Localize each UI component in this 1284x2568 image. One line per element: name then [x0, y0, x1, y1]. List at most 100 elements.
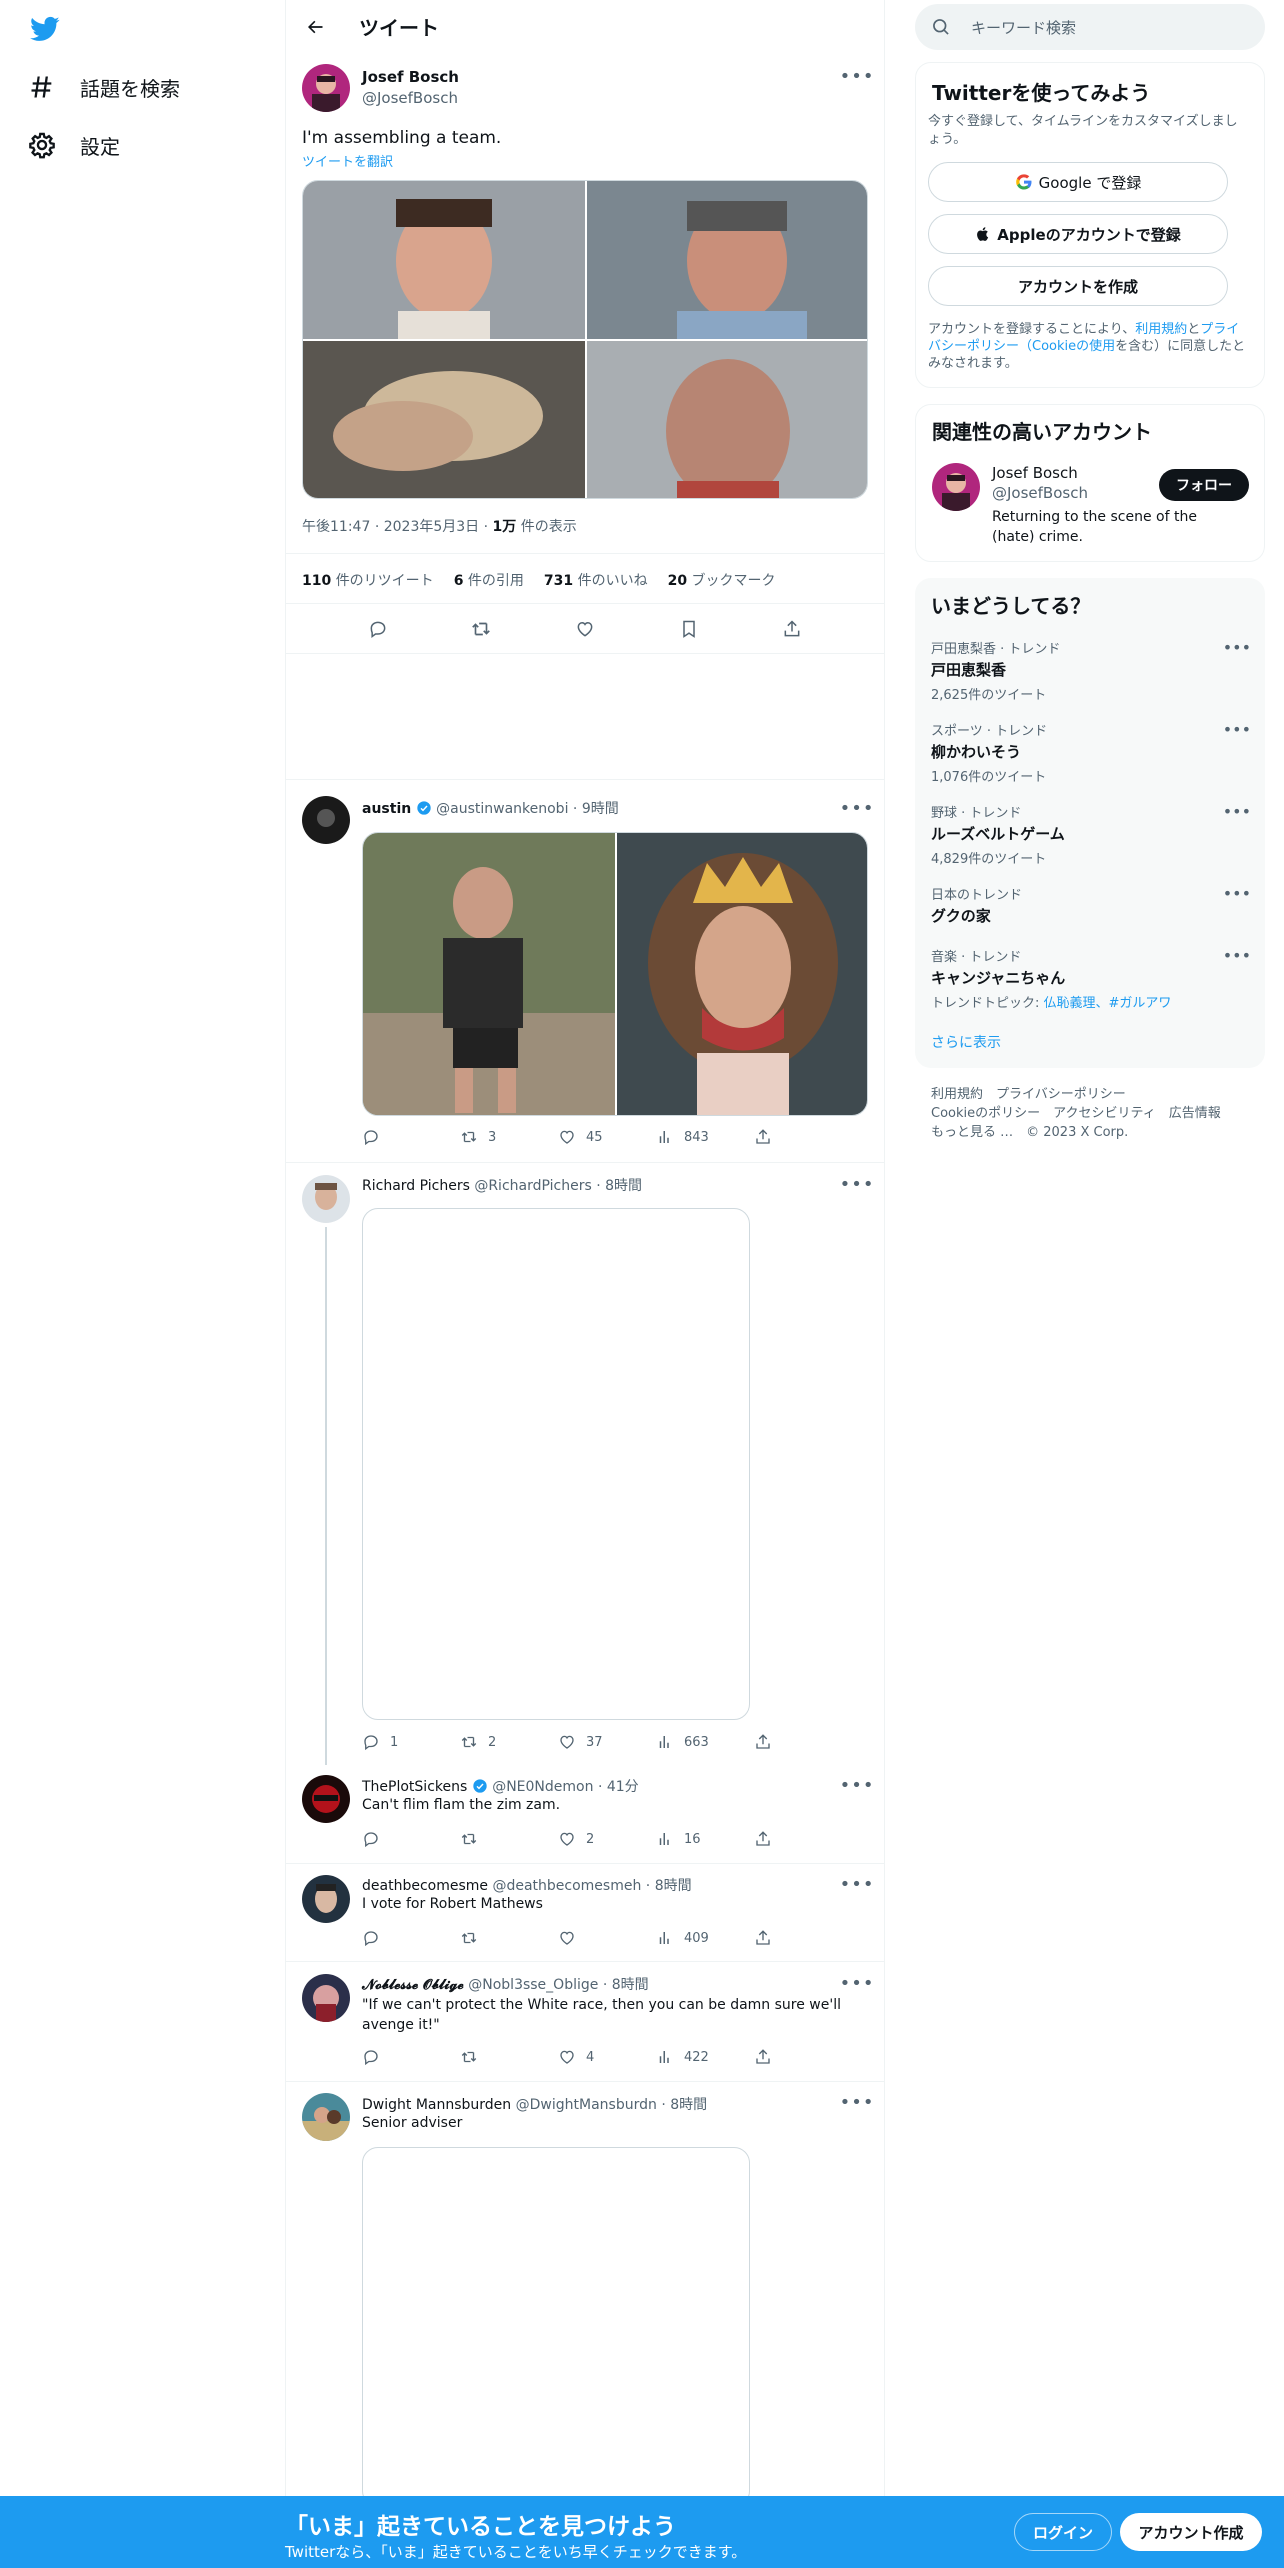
- photo-1[interactable]: [303, 181, 585, 339]
- search-input[interactable]: キーワード検索: [915, 4, 1265, 50]
- media-placeholder[interactable]: [362, 2147, 750, 2507]
- related-handle[interactable]: @JosefBosch: [992, 484, 1088, 502]
- avatar[interactable]: [302, 796, 350, 844]
- trend-item[interactable]: 戸田恵梨香 · トレンド 戸田恵梨香 2,625件のツイート •••: [931, 638, 1251, 703]
- photo-1[interactable]: [363, 833, 615, 1115]
- more-icon[interactable]: •••: [840, 796, 874, 820]
- terms-link[interactable]: 利用規約: [1135, 322, 1187, 337]
- reply-author-handle[interactable]: @deathbecomesmeh: [492, 1878, 641, 1894]
- related-name[interactable]: Josef Bosch: [992, 464, 1078, 482]
- avatar[interactable]: [302, 1775, 350, 1823]
- reply-author-handle[interactable]: @RichardPichers: [474, 1178, 591, 1194]
- views-button[interactable]: 16: [656, 1830, 754, 1848]
- avatar[interactable]: [302, 2093, 350, 2141]
- more-icon[interactable]: •••: [1223, 884, 1251, 903]
- reply-author-name[interactable]: ThePlotSickens: [362, 1779, 467, 1795]
- more-icon[interactable]: •••: [840, 2090, 874, 2114]
- more-icon[interactable]: •••: [840, 64, 874, 88]
- more-icon[interactable]: •••: [1223, 638, 1251, 657]
- likes-stat[interactable]: 731 件のいいね: [544, 570, 648, 590]
- reply-author-name[interactable]: Richard Pichers: [362, 1178, 470, 1194]
- reply-icon[interactable]: [361, 612, 395, 646]
- reply-author-handle[interactable]: @DwightMansburdn: [516, 2097, 657, 2113]
- retweet-button[interactable]: [460, 2048, 558, 2066]
- like-icon[interactable]: [568, 612, 602, 646]
- more-icon[interactable]: •••: [840, 1773, 874, 1797]
- reply-time[interactable]: 8時間: [605, 1178, 642, 1194]
- like-button[interactable]: 45: [558, 1128, 656, 1146]
- more-icon[interactable]: •••: [1223, 946, 1251, 965]
- reply-button[interactable]: [362, 1128, 460, 1146]
- twitter-logo-icon[interactable]: [28, 14, 62, 44]
- reply-author-handle[interactable]: @NE0Ndemon: [492, 1779, 593, 1795]
- more-icon[interactable]: •••: [1223, 720, 1251, 739]
- apple-signup-button[interactable]: Appleのアカウントで登録: [928, 214, 1228, 254]
- trend-topic-link[interactable]: 仏恥義理、#ガルアワ: [1044, 996, 1172, 1011]
- author-handle[interactable]: @JosefBosch: [362, 89, 458, 107]
- photo-2[interactable]: [587, 181, 867, 339]
- signup-button[interactable]: アカウント作成: [1120, 2513, 1262, 2551]
- retweet-button[interactable]: [460, 1929, 558, 1947]
- nav-settings[interactable]: 設定: [28, 125, 120, 165]
- reply-time[interactable]: 8時間: [655, 1878, 692, 1894]
- like-button[interactable]: 2: [558, 1830, 656, 1848]
- views-button[interactable]: 409: [656, 1929, 754, 1947]
- tweet-time[interactable]: 午後11:47: [302, 519, 370, 535]
- more-icon[interactable]: •••: [840, 1872, 874, 1896]
- trend-item[interactable]: 日本のトレンド グクの家 •••: [931, 884, 1251, 926]
- trend-item[interactable]: 音楽 · トレンド キャンジャニちゃん トレンドトピック: 仏恥義理、#ガルアワ…: [931, 946, 1251, 1011]
- reply-button[interactable]: [362, 2048, 460, 2066]
- translate-link[interactable]: ツイートを翻訳: [302, 151, 393, 170]
- reply-media[interactable]: [362, 832, 868, 1116]
- tweet-media[interactable]: [302, 180, 868, 499]
- retweet-button[interactable]: 3: [460, 1128, 558, 1146]
- photo-3[interactable]: [303, 341, 585, 498]
- retweet-button[interactable]: 2: [460, 1733, 558, 1751]
- reply-time[interactable]: 8時間: [670, 2097, 707, 2113]
- avatar[interactable]: [302, 1175, 350, 1223]
- reply-author-name[interactable]: austin: [362, 801, 411, 817]
- trend-item[interactable]: 野球 · トレンド ルーズベルトゲーム 4,829件のツイート •••: [931, 802, 1251, 867]
- reply-author-handle[interactable]: @austinwankenobi: [436, 801, 568, 817]
- more-icon[interactable]: •••: [840, 1172, 874, 1196]
- share-button[interactable]: [754, 1733, 852, 1751]
- views-button[interactable]: 843: [656, 1128, 754, 1146]
- share-button[interactable]: [754, 1830, 852, 1848]
- avatar[interactable]: [302, 1875, 350, 1923]
- reply-button[interactable]: [362, 1830, 460, 1848]
- quotes-stat[interactable]: 6 件の引用: [454, 570, 524, 590]
- share-button[interactable]: [754, 2048, 852, 2066]
- reply-time[interactable]: 41分: [607, 1779, 639, 1795]
- retweets-stat[interactable]: 110 件のリツイート: [302, 570, 434, 590]
- photo-4[interactable]: [587, 341, 867, 498]
- like-button[interactable]: [558, 1929, 656, 1947]
- views-button[interactable]: 422: [656, 2048, 754, 2066]
- reply-button[interactable]: [362, 1929, 460, 1947]
- author-name[interactable]: Josef Bosch: [362, 68, 459, 86]
- login-button[interactable]: ログイン: [1014, 2513, 1112, 2551]
- views-button[interactable]: 663: [656, 1733, 754, 1751]
- show-more-link[interactable]: さらに表示: [931, 1032, 1001, 1052]
- create-account-button[interactable]: アカウントを作成: [928, 266, 1228, 306]
- reply-time[interactable]: 8時間: [612, 1977, 649, 1993]
- media-placeholder[interactable]: [362, 1208, 750, 1720]
- bookmarks-stat[interactable]: 20 ブックマーク: [668, 570, 776, 590]
- nav-explore[interactable]: 話題を検索: [28, 67, 180, 107]
- share-button[interactable]: [754, 1929, 852, 1947]
- more-icon[interactable]: •••: [1223, 802, 1251, 821]
- more-icon[interactable]: •••: [840, 1971, 874, 1995]
- avatar[interactable]: [932, 463, 980, 511]
- reply-button[interactable]: 1: [362, 1733, 460, 1751]
- retweet-icon[interactable]: [464, 612, 498, 646]
- retweet-button[interactable]: [460, 1830, 558, 1848]
- reply-author-name[interactable]: deathbecomesme: [362, 1878, 488, 1894]
- footer-links[interactable]: 利用規約 プライバシーポリシー Cookieのポリシー アクセシビリティ 広告情…: [931, 1085, 1221, 1142]
- trend-item[interactable]: スポーツ · トレンド 柳かわいそう 1,076件のツイート •••: [931, 720, 1251, 785]
- google-signup-button[interactable]: Google で登録: [928, 162, 1228, 202]
- tweet-date[interactable]: 2023年5月3日: [384, 519, 479, 535]
- reply-author-name[interactable]: Dwight Mannsburden: [362, 2097, 511, 2113]
- bookmark-icon[interactable]: [672, 612, 706, 646]
- avatar[interactable]: [302, 64, 350, 112]
- back-button[interactable]: [298, 10, 332, 44]
- reply-time[interactable]: 9時間: [582, 801, 619, 817]
